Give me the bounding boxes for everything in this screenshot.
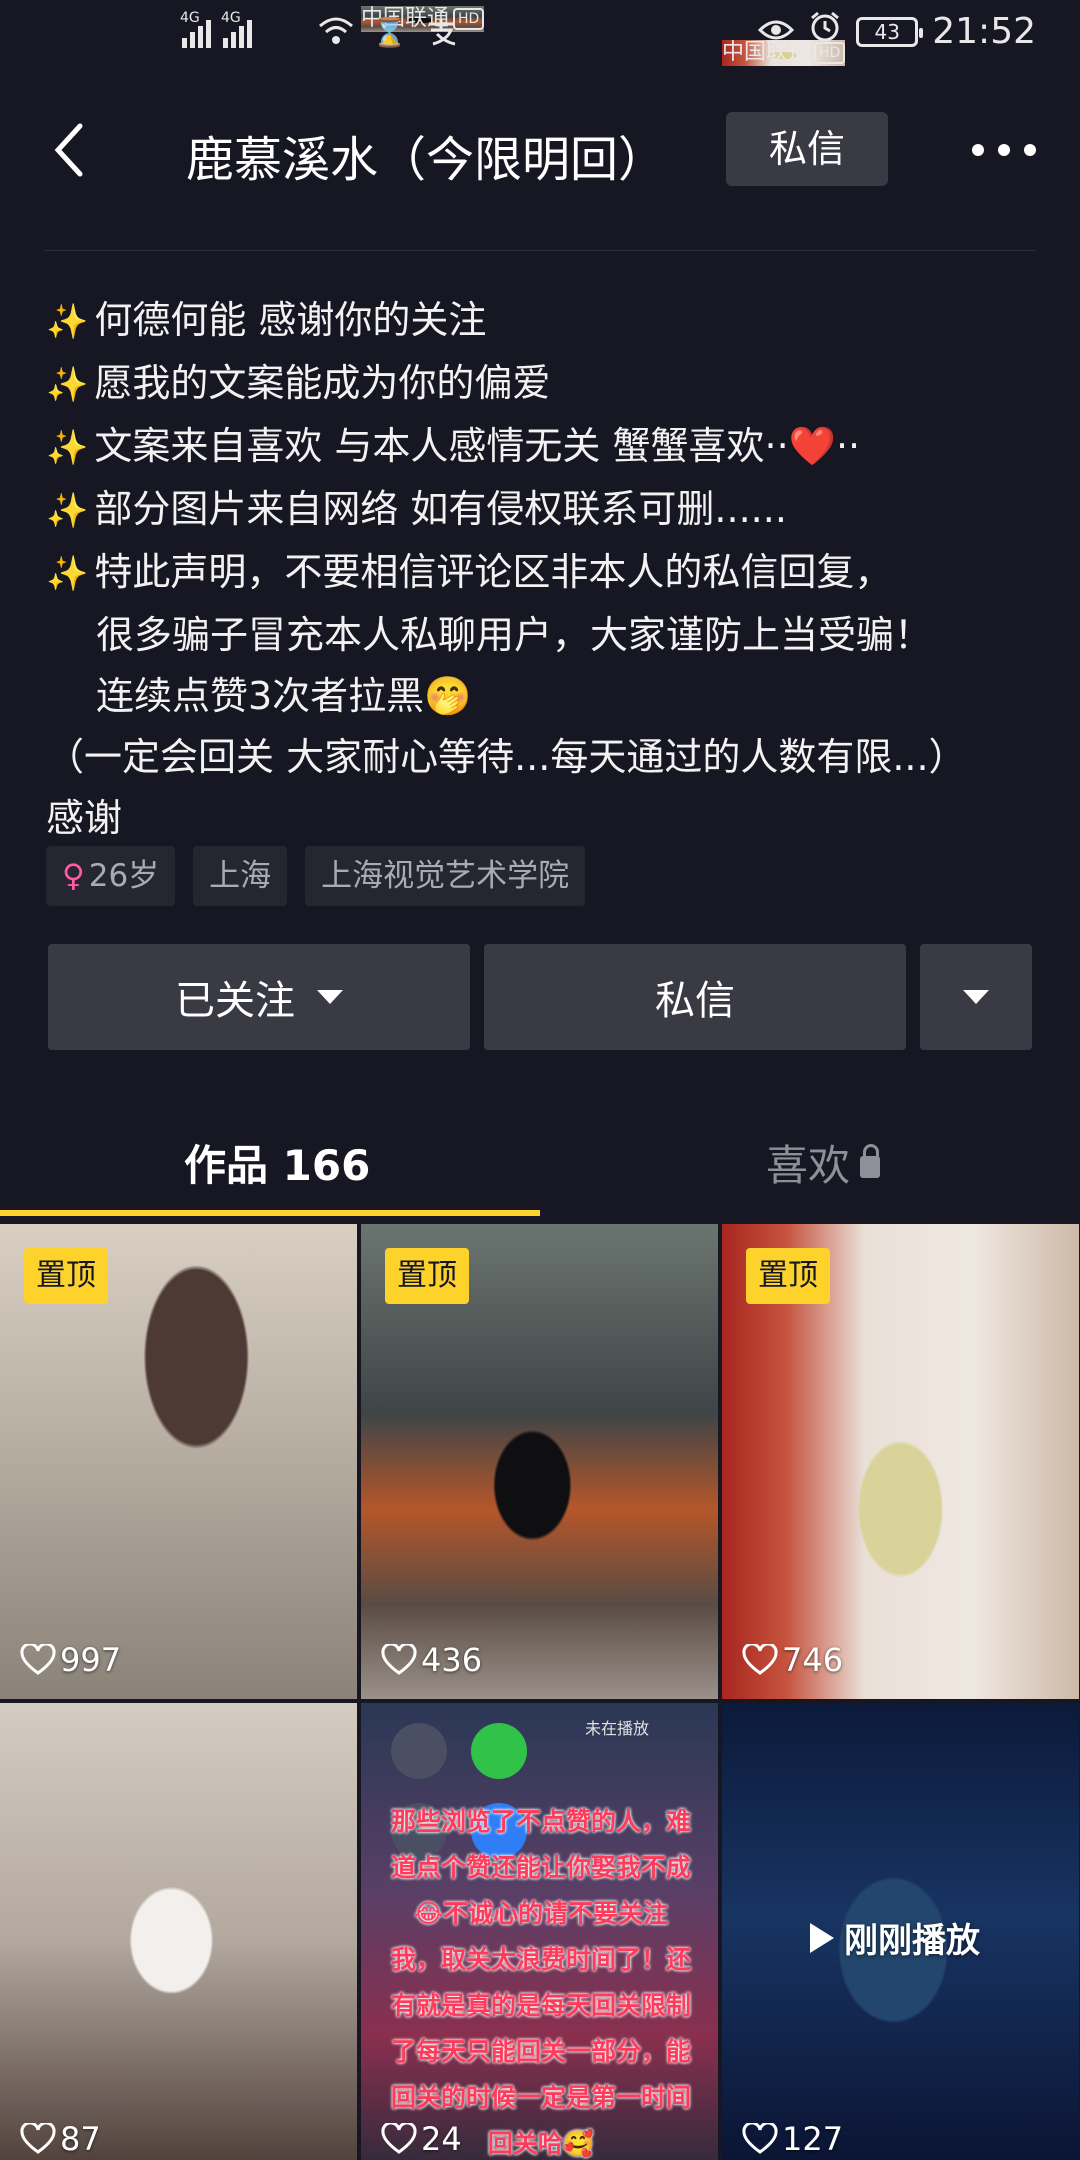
video-thumbnail[interactable]: 置顶 436: [361, 1224, 718, 1699]
alipay-icon: [425, 16, 457, 53]
back-button[interactable]: [44, 118, 104, 182]
heart-icon: [20, 2123, 56, 2154]
sparkle-icon: ✨: [46, 554, 89, 594]
message-button[interactable]: 私信: [484, 944, 906, 1050]
signal-icon-2: 4G: [221, 10, 252, 48]
like-count: 746: [742, 1641, 843, 1679]
content-tabs: 作品 166 喜欢: [0, 1120, 1080, 1218]
like-count: 24: [381, 2120, 462, 2158]
pinned-badge: 置顶: [385, 1248, 469, 1304]
airplane-icon: [391, 1723, 447, 1779]
heart-icon: [20, 1644, 56, 1675]
hourglass-icon: ⌛: [372, 16, 407, 49]
video-caption-text: 那些浏览了不点赞的人，难道点个赞还能让你娶我不成😂不诚心的请不要关注我，取关太浪…: [391, 1807, 692, 2158]
city-tag[interactable]: 上海: [193, 846, 288, 906]
like-count: 127: [742, 2120, 843, 2158]
more-options-icon[interactable]: [972, 138, 1036, 162]
pinned-badge: 置顶: [746, 1248, 830, 1304]
action-buttons: 已关注 私信: [48, 944, 1032, 1050]
heart-icon: [381, 2123, 417, 2154]
play-icon: [810, 1922, 834, 1953]
bio-line: ✨ 愿我的文案能成为你的偏爱: [46, 361, 551, 405]
video-thumbnail[interactable]: 未在播放 那些浏览了不点赞的人，难道点个赞还能让你娶我不成😂不诚心的请不要关注我…: [361, 1703, 718, 2160]
heart-icon: [742, 1644, 778, 1675]
tab-likes[interactable]: 喜欢: [766, 1132, 881, 1193]
battery-icon: 43: [856, 16, 924, 47]
bio-line: （一定会回关 大家耐心等待...每天通过的人数有限...）: [46, 735, 967, 779]
school-tag[interactable]: 上海视觉艺术学院: [305, 846, 586, 906]
female-icon: ♀: [62, 858, 85, 894]
heart-icon: [381, 1644, 417, 1675]
sparkle-icon: ✨: [46, 302, 89, 342]
hotspot-icon: [471, 1723, 527, 1779]
sparkle-icon: ✨: [46, 365, 89, 405]
status-bar: 中国联通 HD 中国联通 HD 4G 4G ⌛ 43 21:52: [0, 0, 1080, 80]
more-dropdown-button[interactable]: [920, 944, 1032, 1050]
lock-icon: [860, 1143, 881, 1178]
signal-icons: 4G 4G: [180, 10, 252, 48]
bio-line: 感谢: [46, 796, 123, 840]
profile-bio: ✨ 何德何能 感谢你的关注 ✨ 愿我的文案能成为你的偏爱 ✨ 文案来自喜欢 与本人感情…: [46, 290, 1046, 849]
like-count: 87: [20, 2120, 101, 2158]
caret-down-icon: [963, 990, 989, 1004]
video-thumbnail[interactable]: 刚刚播放 127: [722, 1703, 1079, 2160]
heart-icon: [742, 2123, 778, 2154]
clock-time: 21:52: [932, 11, 1036, 52]
bio-line: ✨ 文案来自喜欢 与本人感情无关 蟹蟹喜欢··❤️··: [46, 424, 861, 468]
tab-indicator: [0, 1210, 540, 1216]
video-thumbnail[interactable]: 置顶 997: [0, 1224, 357, 1699]
header-message-button[interactable]: 私信: [726, 112, 888, 186]
video-grid: 置顶 997 置顶 436 置顶 746 87 未在播放 那些浏览了不点赞的人，…: [0, 1224, 1080, 2160]
video-thumbnail[interactable]: 置顶 746: [722, 1224, 1079, 1699]
bio-line: 很多骗子冒充本人私聊用户，大家谨防上当受骗！: [96, 613, 933, 657]
bio-line: ✨ 何德何能 感谢你的关注: [46, 298, 487, 342]
followed-label: 已关注: [175, 978, 295, 1024]
bio-line: 连续点赞3次者拉黑🤭: [96, 674, 472, 718]
status-right: 43 21:52: [758, 10, 1036, 53]
back-arrow-icon: [54, 123, 83, 177]
now-playing-label: 未在播放: [585, 1719, 650, 1738]
wifi-icon: [318, 16, 354, 53]
profile-header: 鹿慕溪水（今限明回） 私信: [0, 100, 1080, 200]
signal-icon: 4G: [180, 10, 211, 48]
tab-works[interactable]: 作品 166: [184, 1132, 370, 1193]
status-misc-icons: ⌛: [318, 16, 457, 53]
recently-played: 刚刚播放: [810, 1913, 980, 1962]
divider: [44, 250, 1036, 251]
like-count: 997: [20, 1641, 121, 1679]
sparkle-icon: ✨: [46, 491, 89, 531]
alarm-icon: [808, 10, 842, 53]
bio-line: ✨ 特此声明，不要相信评论区非本人的私信回复，: [46, 550, 893, 594]
followed-button[interactable]: 已关注: [48, 944, 470, 1050]
video-thumbnail[interactable]: 87: [0, 1703, 357, 2160]
bio-line: ✨ 部分图片来自网络 如有侵权联系可删......: [46, 487, 787, 531]
like-count: 436: [381, 1641, 482, 1679]
pinned-badge: 置顶: [24, 1248, 108, 1304]
eye-icon: [758, 11, 795, 52]
caret-down-icon: [317, 990, 343, 1004]
sparkle-icon: ✨: [46, 428, 89, 468]
page-title: 鹿慕溪水（今限明回）: [186, 132, 667, 188]
profile-tags: ♀ 26岁 上海 上海视觉艺术学院: [46, 846, 586, 906]
age-tag: ♀ 26岁: [46, 846, 176, 906]
